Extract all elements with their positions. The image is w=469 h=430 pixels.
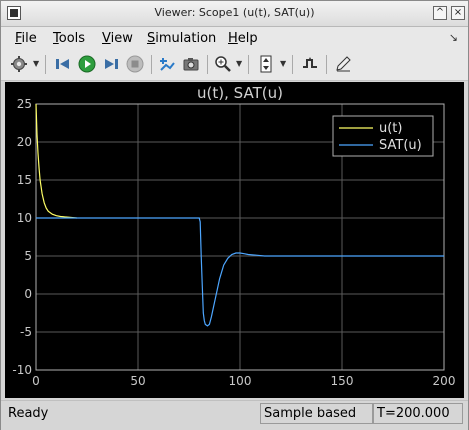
stop-icon[interactable] bbox=[125, 54, 145, 74]
autoscale-icon[interactable] bbox=[256, 54, 276, 74]
menu-view[interactable]: View bbox=[102, 31, 133, 46]
menu-simulation[interactable]: Simulation bbox=[147, 31, 216, 46]
status-sample-mode: Sample based bbox=[260, 403, 373, 424]
status-time: T=200.000 bbox=[373, 403, 463, 424]
toolbar-separator bbox=[45, 55, 46, 74]
gear-icon[interactable] bbox=[9, 54, 29, 74]
zoom-dropdown-icon[interactable]: ▼ bbox=[236, 59, 243, 69]
toolbar-separator bbox=[207, 55, 208, 74]
toolbar-separator bbox=[292, 55, 293, 74]
edit-icon[interactable] bbox=[333, 54, 353, 74]
legend-label: u(t) bbox=[379, 121, 402, 136]
menu-file[interactable]: File bbox=[15, 31, 37, 46]
window-title: Viewer: Scope1 (u(t), SAT(u)) bbox=[154, 6, 315, 19]
title-bar[interactable]: Viewer: Scope1 (u(t), SAT(u)) ^ × bbox=[1, 1, 468, 27]
toolbar-separator bbox=[151, 55, 152, 74]
chart-title: u(t), SAT(u) bbox=[197, 84, 283, 102]
close-button[interactable]: × bbox=[451, 6, 465, 20]
dock-pin-icon[interactable]: ↘ bbox=[449, 31, 458, 44]
highlight-icon[interactable] bbox=[157, 54, 177, 74]
camera-icon[interactable] bbox=[181, 54, 201, 74]
x-tick-label: 100 bbox=[229, 374, 252, 388]
x-tick-label: 150 bbox=[331, 374, 354, 388]
x-tick-label: 200 bbox=[433, 374, 456, 388]
y-tick-label: 15 bbox=[17, 173, 32, 187]
y-tick-label: -10 bbox=[12, 363, 32, 377]
signal-icon[interactable] bbox=[300, 54, 320, 74]
run-icon[interactable] bbox=[77, 54, 97, 74]
status-ready: Ready bbox=[8, 406, 49, 421]
toolbar-separator bbox=[326, 55, 327, 74]
autoscale-dropdown-icon[interactable]: ▼ bbox=[280, 59, 287, 69]
toolbar-separator bbox=[248, 55, 249, 74]
y-tick-label: 5 bbox=[24, 249, 32, 263]
plot-area[interactable]: u(t), SAT(u) 0 50 100 150 200 -10 -5 0 5 10 15 20 25 u… bbox=[5, 82, 464, 398]
step-forward-icon[interactable] bbox=[101, 54, 121, 74]
y-tick-label: 10 bbox=[17, 211, 32, 225]
x-tick-label: 50 bbox=[130, 374, 145, 388]
y-tick-label: 20 bbox=[17, 135, 32, 149]
chart[interactable]: u(t), SAT(u) 0 50 100 150 200 -10 -5 0 5 10 15 20 25 u… bbox=[5, 82, 464, 398]
gear-dropdown-icon[interactable]: ▼ bbox=[33, 59, 40, 69]
zoom-icon[interactable] bbox=[213, 54, 233, 74]
toolbar: ▼ ▼ ▼ bbox=[1, 50, 468, 81]
menu-bar: File Tools View Simulation Help ↘ bbox=[1, 27, 468, 50]
status-bar: Ready Sample based T=200.000 bbox=[1, 400, 468, 430]
y-tick-label: 0 bbox=[24, 287, 32, 301]
step-back-icon[interactable] bbox=[53, 54, 73, 74]
menu-tools[interactable]: Tools bbox=[53, 31, 85, 46]
scope-window: Viewer: Scope1 (u(t), SAT(u)) ^ × File T… bbox=[0, 0, 469, 430]
y-tick-label: 25 bbox=[17, 97, 32, 111]
x-tick-label: 0 bbox=[32, 374, 40, 388]
y-tick-label: -5 bbox=[20, 325, 32, 339]
legend-label: SAT(u) bbox=[379, 138, 422, 153]
minimize-button[interactable]: ^ bbox=[433, 6, 447, 20]
menu-help[interactable]: Help bbox=[228, 31, 258, 46]
